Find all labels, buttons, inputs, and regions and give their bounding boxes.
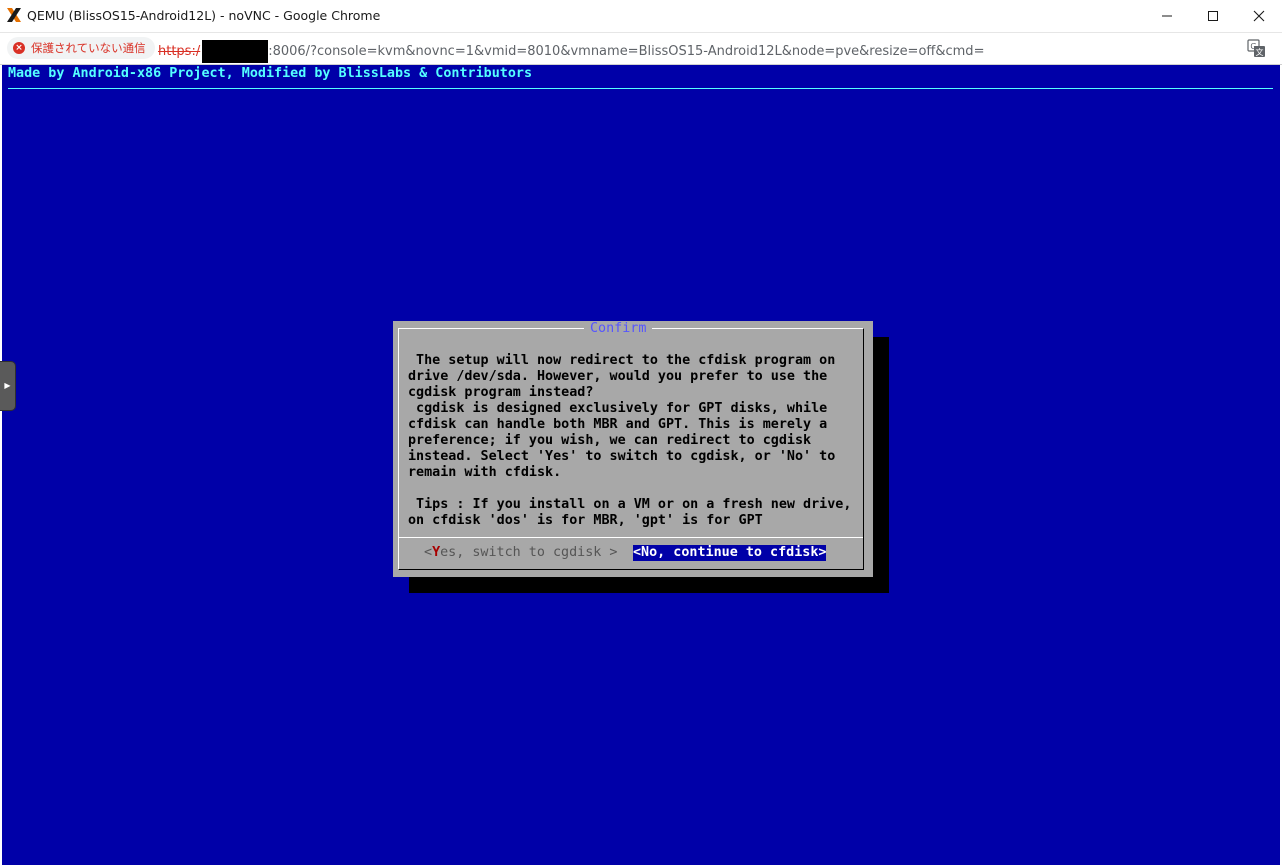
url-field[interactable]: https:/ :8006/?console=kvm&novnc=1&vmid=… xyxy=(158,40,984,63)
no-continue-to-cfdisk-button[interactable]: <No, continue to cfdisk> xyxy=(633,545,827,561)
security-indicator[interactable]: × 保護されていない通信 xyxy=(7,37,155,59)
banner-divider xyxy=(8,88,1273,89)
minimize-icon xyxy=(1162,15,1172,17)
dialog-buttons: <Yes, switch to cgdisk > <No, continue t… xyxy=(393,545,873,561)
svg-text:文: 文 xyxy=(1256,47,1264,57)
yes-button-label: es, switch to cgdisk > xyxy=(440,545,618,560)
redacted-host xyxy=(202,40,269,63)
minimize-button[interactable] xyxy=(1144,0,1190,32)
proxmox-x-icon xyxy=(7,8,21,22)
close-button[interactable] xyxy=(1236,0,1282,32)
security-label: 保護されていない通信 xyxy=(31,41,146,55)
maximize-icon xyxy=(1208,11,1218,21)
expand-arrow-icon: ▶ xyxy=(4,381,11,390)
dialog-message: The setup will now redirect to the cfdis… xyxy=(408,353,852,528)
yes-switch-to-cgdisk-button[interactable]: <Yes, switch to cgdisk > xyxy=(424,545,618,561)
address-bar: × 保護されていない通信 https:/ :8006/?console=kvm&… xyxy=(0,33,1282,65)
close-icon xyxy=(1253,10,1265,22)
vnc-console[interactable]: Made by Android-x86 Project, Modified by… xyxy=(2,65,1280,865)
url-path: :8006/?console=kvm&novnc=1&vmid=8010&vmn… xyxy=(268,44,985,59)
maximize-button[interactable] xyxy=(1190,0,1236,32)
url-scheme: https:/ xyxy=(158,44,201,59)
console-banner: Made by Android-x86 Project, Modified by… xyxy=(8,66,533,81)
translate-icon[interactable]: G 文 xyxy=(1247,39,1266,58)
window-titlebar: QEMU (BlissOS15-Android12L) - noVNC - Go… xyxy=(0,0,1282,33)
not-secure-warning-icon: × xyxy=(13,42,25,54)
novnc-control-bar-handle[interactable]: ▶ xyxy=(0,361,16,411)
yes-hotkey: Y xyxy=(432,545,441,560)
yes-button-open: < xyxy=(424,545,433,560)
dialog-separator xyxy=(399,537,863,538)
dialog-title: Confirm xyxy=(584,321,653,337)
confirm-dialog: Confirm The setup will now redirect to t… xyxy=(393,321,873,577)
window-title: QEMU (BlissOS15-Android12L) - noVNC - Go… xyxy=(27,8,381,23)
